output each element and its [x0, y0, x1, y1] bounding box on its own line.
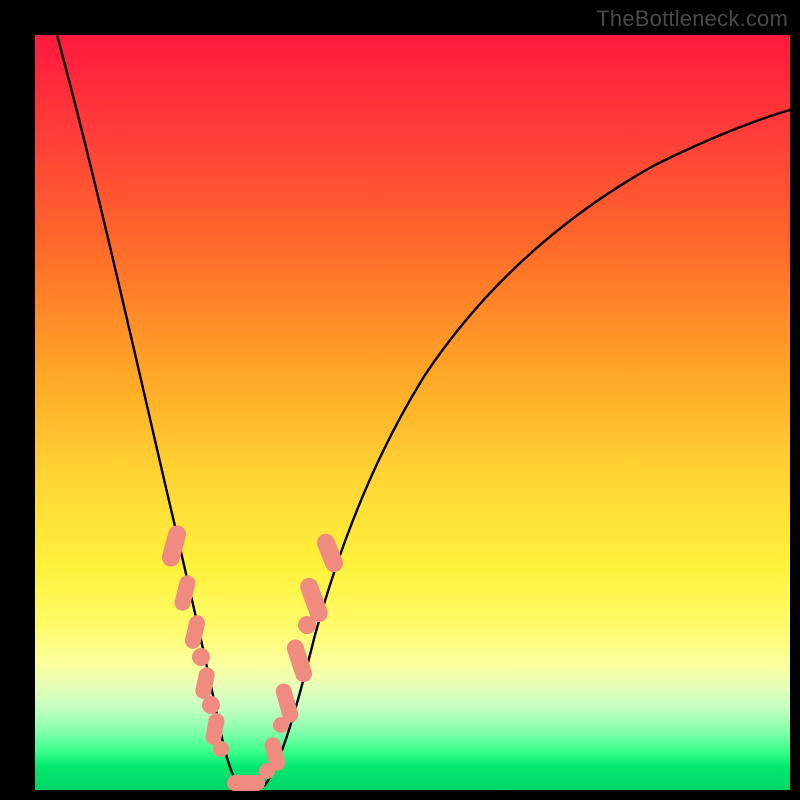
- marker-cluster-right: [259, 531, 346, 779]
- chart-plot-area: [35, 35, 790, 790]
- chart-svg: [35, 35, 790, 790]
- bottleneck-curve: [57, 35, 790, 790]
- chart-frame: TheBottleneck.com: [0, 0, 800, 800]
- marker-cluster-bottom: [227, 775, 265, 791]
- watermark-text: TheBottleneck.com: [596, 6, 788, 32]
- marker-cluster-left: [160, 523, 229, 757]
